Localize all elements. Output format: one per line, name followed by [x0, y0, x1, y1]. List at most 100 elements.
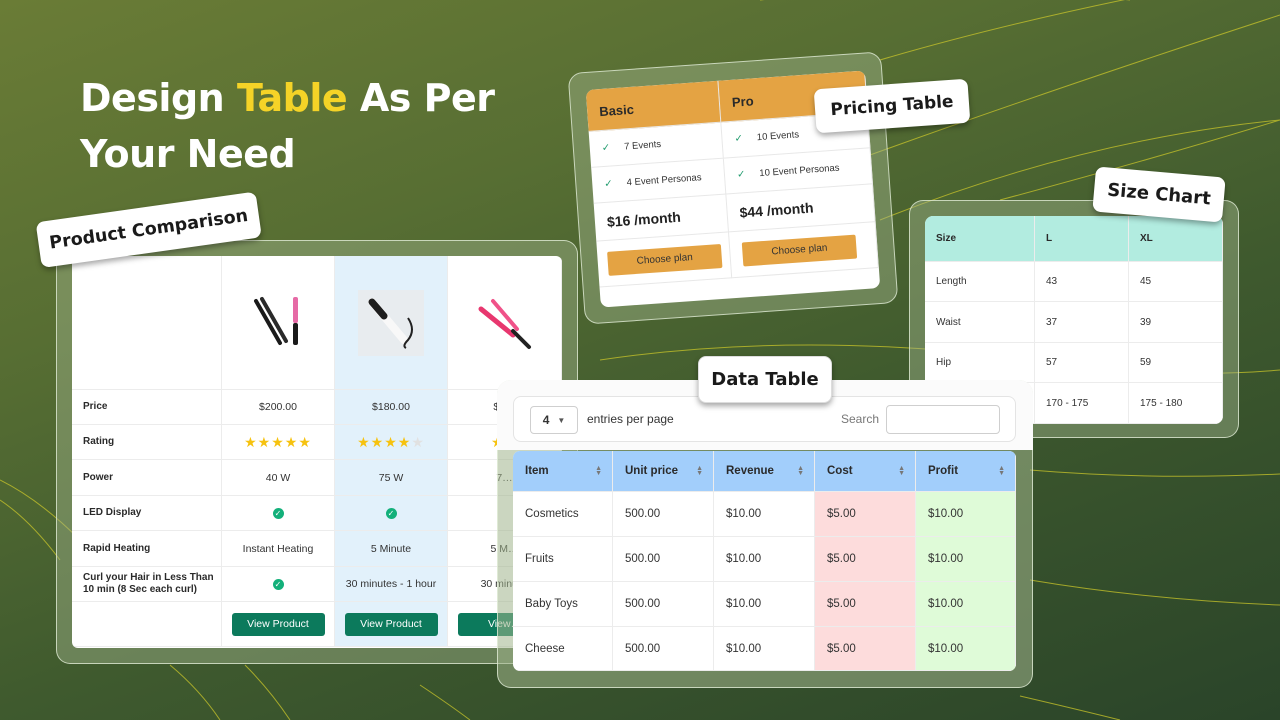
header-label: Revenue [726, 465, 774, 477]
table-cell: $10.00 [714, 492, 815, 537]
data-table-tag: Data Table [698, 356, 832, 403]
table-cell: $10.00 [714, 537, 815, 582]
table-cell: 170 - 175 [1035, 383, 1129, 424]
feature-text: 4 Event Personas [626, 172, 702, 189]
hair-straightener-image [254, 296, 298, 345]
empty-cell [72, 602, 222, 647]
column-header: XL [1129, 216, 1223, 262]
choose-plan-button[interactable]: Choose plan [607, 243, 723, 276]
sort-icon[interactable]: ▲ ▼ [898, 465, 905, 477]
column-header-item[interactable]: Item ▲ ▼ [513, 451, 613, 492]
rating-cell: ★★★★★ [335, 425, 448, 460]
table-cell: $10.00 [916, 582, 1016, 627]
header-label: Unit price [625, 465, 679, 477]
view-product-button[interactable]: View Product [231, 612, 325, 636]
table-cell: $5.00 [815, 582, 916, 627]
rating-cell: ★★★★★ [222, 425, 335, 460]
price-value: $180.00 [335, 390, 448, 425]
price-value: $200.00 [222, 390, 335, 425]
heating-value: Instant Heating [222, 531, 335, 567]
table-cell: Fruits [513, 537, 613, 582]
column-header-unit-price[interactable]: Unit price ▲ ▼ [613, 451, 714, 492]
feature-text: 7 Events [623, 138, 662, 153]
product-image-cell [448, 256, 562, 390]
check-circle-icon: ✓ [272, 507, 284, 519]
sort-icon[interactable]: ▲ ▼ [595, 465, 602, 477]
table-cell: $5.00 [815, 537, 916, 582]
led-display-cell: ✓ [335, 496, 448, 531]
sort-icon[interactable]: ▲ ▼ [696, 465, 703, 477]
table-cell: 37 [1035, 302, 1129, 343]
table-cell: 59 [1129, 343, 1223, 383]
table-cell: Hip [925, 343, 1035, 383]
heating-value: 5 Minute [335, 531, 448, 567]
pricing-table-tag: Pricing Table [813, 78, 971, 134]
table-cell: $10.00 [714, 582, 815, 627]
table-cell: 39 [1129, 302, 1223, 343]
caret-down-icon: ▼ [557, 415, 566, 425]
sort-icon[interactable]: ▲ ▼ [797, 465, 804, 477]
column-header-cost[interactable]: Cost ▲ ▼ [815, 451, 916, 492]
curl-value: 30 minutes - 1 hour [335, 567, 448, 602]
table-cell: 45 [1129, 262, 1223, 302]
column-header: L [1035, 216, 1129, 262]
sort-icon[interactable]: ▲ ▼ [998, 465, 1005, 477]
table-cell: $10.00 [916, 492, 1016, 537]
entries-per-page-select[interactable]: 4 ▼ [530, 406, 578, 434]
entries-label: entries per page [587, 412, 674, 426]
data-table: Item ▲ ▼ Unit price ▲ ▼ Revenue ▲ ▼ Cost ▲ ▼ Pro… [513, 451, 1016, 671]
star-rating-icon: ★★★★★ [244, 433, 312, 450]
headline-line2: Your Need [80, 132, 296, 176]
headline-text: As Per [347, 76, 495, 120]
headline-text: Design [80, 76, 237, 120]
power-value: 75 W [335, 460, 448, 496]
header-label: Profit [928, 465, 959, 477]
hair-curler-image [478, 298, 531, 349]
table-cell: 43 [1035, 262, 1129, 302]
table-cell: 500.00 [613, 492, 714, 537]
table-cell: 500.00 [613, 537, 714, 582]
feature-text: 10 Events [756, 129, 800, 144]
header-label: Item [525, 465, 549, 477]
table-cell: 57 [1035, 343, 1129, 383]
curl-cell: ✓ [222, 567, 335, 602]
header-label: Cost [827, 465, 853, 477]
table-cell: 175 - 180 [1129, 383, 1223, 424]
table-cell: Waist [925, 302, 1035, 343]
table-cell: Length [925, 262, 1035, 302]
corner-cell [72, 256, 222, 390]
check-icon: ✓ [603, 178, 614, 190]
row-label: Price [72, 390, 222, 425]
column-header-revenue[interactable]: Revenue ▲ ▼ [714, 451, 815, 492]
column-header-profit[interactable]: Profit ▲ ▼ [916, 451, 1016, 492]
entries-value: 4 [542, 413, 550, 427]
table-cell: Cosmetics [513, 492, 613, 537]
table-cell: $10.00 [916, 627, 1016, 671]
row-label: Power [72, 460, 222, 496]
table-cell: Cheese [513, 627, 613, 671]
power-value: 40 W [222, 460, 335, 496]
column-header: Size [925, 216, 1035, 262]
check-icon: ✓ [601, 142, 611, 155]
table-cell: $5.00 [815, 627, 916, 671]
choose-plan-button[interactable]: Choose plan [741, 234, 858, 266]
led-display-cell: ✓ [222, 496, 335, 531]
hair-brush-image [358, 289, 424, 356]
table-cell: $5.00 [815, 492, 916, 537]
check-icon: ✓ [734, 133, 744, 145]
table-cell: $10.00 [916, 537, 1016, 582]
table-cell: 500.00 [613, 582, 714, 627]
table-cell: 500.00 [613, 627, 714, 671]
row-label: Rapid Heating [72, 531, 222, 567]
view-product-button[interactable]: View Product [344, 612, 438, 636]
row-label: LED Display [72, 496, 222, 531]
feature-text: 10 Event Personas [758, 162, 840, 180]
check-circle-icon: ✓ [272, 578, 284, 590]
headline: Design Table As Per Your Need [80, 70, 495, 182]
search-input[interactable] [886, 405, 1000, 434]
check-circle-icon: ✓ [385, 507, 397, 519]
row-label: Rating [72, 425, 222, 460]
product-comparison-table: Price $200.00 $180.00 $1… Rating ★★★★★ ★… [72, 256, 562, 648]
headline-highlight: Table [236, 76, 348, 120]
check-icon: ✓ [736, 169, 746, 181]
